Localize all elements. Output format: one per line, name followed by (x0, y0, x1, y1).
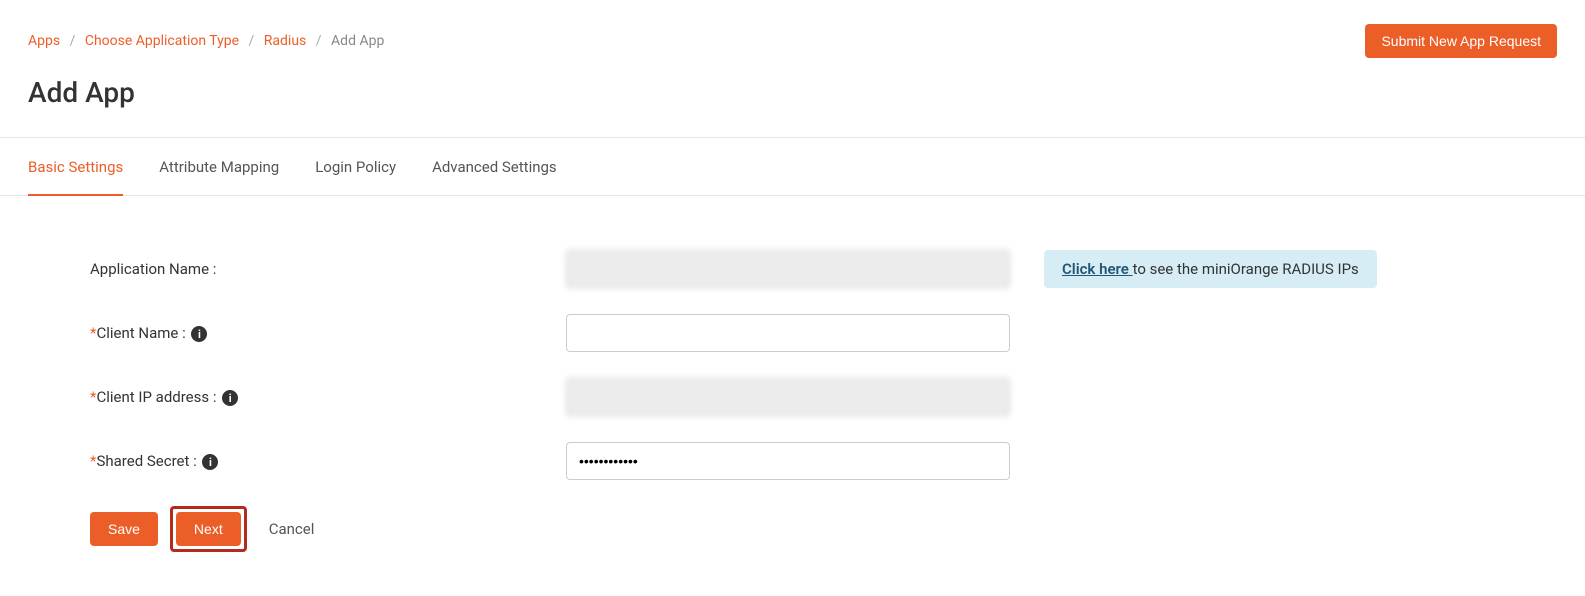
breadcrumb-apps[interactable]: Apps (28, 33, 60, 49)
tab-basic-settings[interactable]: Basic Settings (28, 138, 123, 196)
breadcrumb-current: Add App (331, 33, 384, 49)
application-name-label: Application Name : (90, 260, 566, 278)
breadcrumb-sep: / (249, 33, 255, 49)
next-button-highlight: Next (170, 506, 247, 552)
info-icon[interactable]: i (222, 390, 238, 406)
page-title: Add App (28, 76, 1557, 109)
breadcrumb: Apps / Choose Application Type / Radius … (28, 33, 384, 49)
breadcrumb-choose-type[interactable]: Choose Application Type (85, 33, 239, 49)
next-button[interactable]: Next (176, 512, 241, 546)
submit-new-app-request-button[interactable]: Submit New App Request (1365, 24, 1557, 58)
client-ip-label: *Client IP address : i (90, 388, 566, 406)
info-icon[interactable]: i (191, 326, 207, 342)
tab-login-policy[interactable]: Login Policy (315, 138, 396, 196)
info-icon[interactable]: i (202, 454, 218, 470)
info-box-text: to see the miniOrange RADIUS IPs (1133, 260, 1359, 278)
breadcrumb-sep: / (316, 33, 322, 49)
shared-secret-input[interactable] (566, 442, 1010, 480)
click-here-link[interactable]: Click here (1062, 260, 1133, 278)
application-name-input[interactable] (566, 250, 1010, 288)
tab-advanced-settings[interactable]: Advanced Settings (432, 138, 557, 196)
radius-ip-info-box: Click here to see the miniOrange RADIUS … (1044, 250, 1377, 288)
breadcrumb-sep: / (70, 33, 76, 49)
client-name-input[interactable] (566, 314, 1010, 352)
cancel-link[interactable]: Cancel (269, 520, 315, 538)
breadcrumb-radius[interactable]: Radius (264, 33, 307, 49)
save-button[interactable]: Save (90, 512, 158, 546)
shared-secret-label: *Shared Secret : i (90, 452, 566, 470)
client-ip-input[interactable] (566, 378, 1010, 416)
tabs: Basic Settings Attribute Mapping Login P… (0, 138, 1585, 196)
client-name-label: *Client Name : i (90, 324, 566, 342)
tab-attribute-mapping[interactable]: Attribute Mapping (159, 138, 279, 196)
